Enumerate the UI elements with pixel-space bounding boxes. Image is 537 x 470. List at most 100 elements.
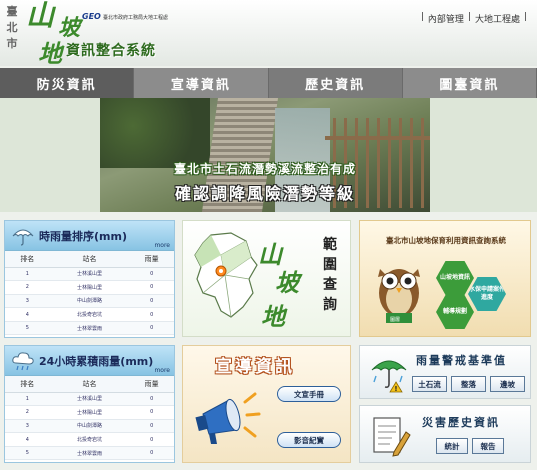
umbrella-warning-icon: ! — [371, 360, 407, 393]
hourly-rain-more-link[interactable]: more — [154, 242, 170, 249]
landslide-button[interactable]: 整落 — [451, 376, 486, 392]
rain-warning-card: ! 雨量警戒基準值 土石流 整落 邊坡 — [359, 345, 531, 399]
rank-cell: 4 — [5, 307, 50, 322]
slope-range-query-card[interactable]: 山 坡 地 範 圍 查 詢 — [182, 220, 351, 337]
top-links: | 內部管理 | 大地工程處 | — [421, 12, 527, 25]
rain-value: 0 — [129, 432, 174, 447]
svg-text:!: ! — [394, 385, 397, 393]
slope-char-po: 坡 — [275, 268, 299, 297]
table-row: 2 士林陽山里 0 — [5, 405, 174, 420]
banner-headline: 臺北市土石流潛勢溪流整治有成 — [173, 162, 356, 176]
owl-label: 圖層 — [390, 317, 401, 323]
disaster-history-title: 災害歷史資訊 — [422, 416, 500, 429]
daily-rain-table: 排名 站名 雨量 1 士林溪山里 0 2 士林陽山里 0 3 中山劍潭路 0 4 — [5, 376, 174, 461]
logo-char-shan: 山 — [26, 0, 55, 32]
debris-flow-button[interactable]: 土石流 — [412, 376, 447, 392]
banner-trees — [100, 98, 210, 168]
hourly-rain-panel: 時雨量排序(mm) more 排名 站名 雨量 1 士林溪山里 0 2 士林陽山… — [4, 220, 175, 338]
rain-value: 0 — [129, 392, 174, 407]
taipei-district-map-icon — [194, 232, 258, 318]
tab-history[interactable]: 歷史資訊 — [269, 68, 403, 98]
banner-railing-bar — [325, 136, 430, 140]
rank-cell: 5 — [5, 446, 50, 461]
tab-map[interactable]: 圖臺資訊 — [402, 68, 537, 98]
column-header: 站名 — [49, 376, 130, 393]
rain-value: 0 — [129, 294, 174, 309]
station-link[interactable]: 北投奇岩坑 — [49, 307, 130, 322]
rank-cell: 4 — [5, 432, 50, 447]
slope-button[interactable]: 邊坡 — [490, 376, 525, 392]
geo-logo: GEO — [82, 12, 101, 21]
daily-rain-panel: 24小時累積雨量(mm) more 排名 站名 雨量 1 士林溪山里 0 2 士… — [4, 345, 175, 463]
link-separator: | — [467, 12, 471, 22]
station-link[interactable]: 士林溪山里 — [49, 267, 130, 282]
range-query-char: 圍 — [323, 257, 337, 273]
hourly-rain-table: 排名 站名 雨量 1 士林溪山里 0 2 士林陽山里 0 3 中山劍潭路 0 4 — [5, 251, 174, 336]
guidance-planning-hex-button[interactable]: 輔導規劃 — [436, 295, 474, 329]
disaster-history-card: 災害歷史資訊 統計 報告 — [359, 405, 531, 463]
station-link[interactable]: 中山劍潭路 — [49, 294, 130, 309]
promotion-title: 宣導資訊 — [215, 357, 295, 377]
column-header: 雨量 — [129, 251, 174, 268]
soil-conservation-application-hex-button[interactable]: 水保申請案件進度 — [468, 277, 506, 311]
station-link[interactable]: 中山劍潭路 — [49, 419, 130, 434]
station-link[interactable]: 士林陽山里 — [49, 280, 130, 295]
daily-rain-header: 24小時累積雨量(mm) more — [5, 346, 174, 376]
table-row: 1 士林溪山里 0 — [5, 267, 174, 282]
agency-name: 臺北市政府工務局大地工程處 — [103, 15, 169, 21]
table-row: 3 中山劍潭路 0 — [5, 294, 174, 309]
table-row: 3 中山劍潭路 0 — [5, 419, 174, 434]
link-separator: | — [523, 12, 527, 22]
city-label: 臺北市 — [6, 5, 18, 50]
video-record-button[interactable]: 影音紀實 — [277, 432, 341, 448]
manual-button[interactable]: 文宣手冊 — [277, 386, 341, 402]
station-link[interactable]: 士林溪山里 — [49, 392, 130, 407]
system-name: 資訊整合系統 — [66, 43, 156, 59]
range-query-char: 範 — [323, 237, 337, 253]
umbrella-icon — [12, 229, 34, 246]
rank-cell: 1 — [5, 267, 50, 282]
tab-disaster-prevention[interactable]: 防災資訊 — [0, 68, 135, 98]
table-row: 4 北投奇岩坑 0 — [5, 307, 174, 322]
daily-rain-more-link[interactable]: more — [154, 367, 170, 374]
daily-rain-title: 24小時累積雨量(mm) — [39, 355, 154, 368]
slope-char-di: 地 — [261, 302, 285, 331]
report-button[interactable]: 報告 — [472, 438, 504, 454]
document-pen-icon — [373, 417, 411, 457]
rank-cell: 3 — [5, 294, 50, 309]
geo-office-link[interactable]: 大地工程處 — [475, 12, 520, 25]
table-row: 5 士林翠雲雨 0 — [5, 446, 174, 461]
station-link[interactable]: 北投奇岩坑 — [49, 432, 130, 447]
rain-value: 0 — [129, 280, 174, 295]
logo-char-di: 地 — [38, 39, 62, 68]
table-row: 1 士林溪山里 0 — [5, 392, 174, 407]
rain-value: 0 — [129, 446, 174, 461]
link-separator: | — [420, 12, 424, 22]
cloud-rain-icon — [12, 352, 34, 371]
megaphone-icon — [195, 392, 261, 444]
statistics-button[interactable]: 統計 — [436, 438, 468, 454]
column-header: 雨量 — [129, 376, 174, 393]
column-header: 排名 — [5, 376, 50, 393]
page: 臺北市 山 坡 地 GEO 臺北市政府工務局大地工程處 資訊整合系統 | 內部管… — [0, 0, 537, 470]
rank-cell: 2 — [5, 280, 50, 295]
tab-promotion[interactable]: 宣導資訊 — [134, 68, 269, 98]
hourly-rain-header: 時雨量排序(mm) more — [5, 221, 174, 251]
slope-conservation-system-card[interactable]: 臺北市山坡地保育利用資訊查詢系統 圖層 山坡地資訊 水保申請案件進度 輔導規劃 — [359, 220, 531, 337]
rain-value: 0 — [129, 405, 174, 420]
rank-cell: 2 — [5, 405, 50, 420]
slope-system-title: 臺北市山坡地保育利用資訊查詢系統 — [386, 236, 506, 245]
station-link[interactable]: 士林翠雲雨 — [49, 446, 130, 461]
internal-admin-link[interactable]: 內部管理 — [428, 12, 464, 25]
column-header: 排名 — [5, 251, 50, 268]
slope-info-hex-button[interactable]: 山坡地資訊 — [436, 261, 474, 295]
hourly-rain-title: 時雨量排序(mm) — [39, 230, 127, 243]
banner[interactable]: 臺北市土石流潛勢溪流整治有成 確認調降風險潛勢等級 — [100, 98, 430, 212]
station-link[interactable]: 士林陽山里 — [49, 405, 130, 420]
station-link[interactable]: 士林翠雲雨 — [49, 321, 130, 336]
header: 臺北市 山 坡 地 GEO 臺北市政府工務局大地工程處 資訊整合系統 | 內部管… — [0, 0, 537, 68]
rain-value: 0 — [129, 321, 174, 336]
rain-value: 0 — [129, 307, 174, 322]
rank-cell: 1 — [5, 392, 50, 407]
table-row: 5 士林翠雲雨 0 — [5, 321, 174, 336]
